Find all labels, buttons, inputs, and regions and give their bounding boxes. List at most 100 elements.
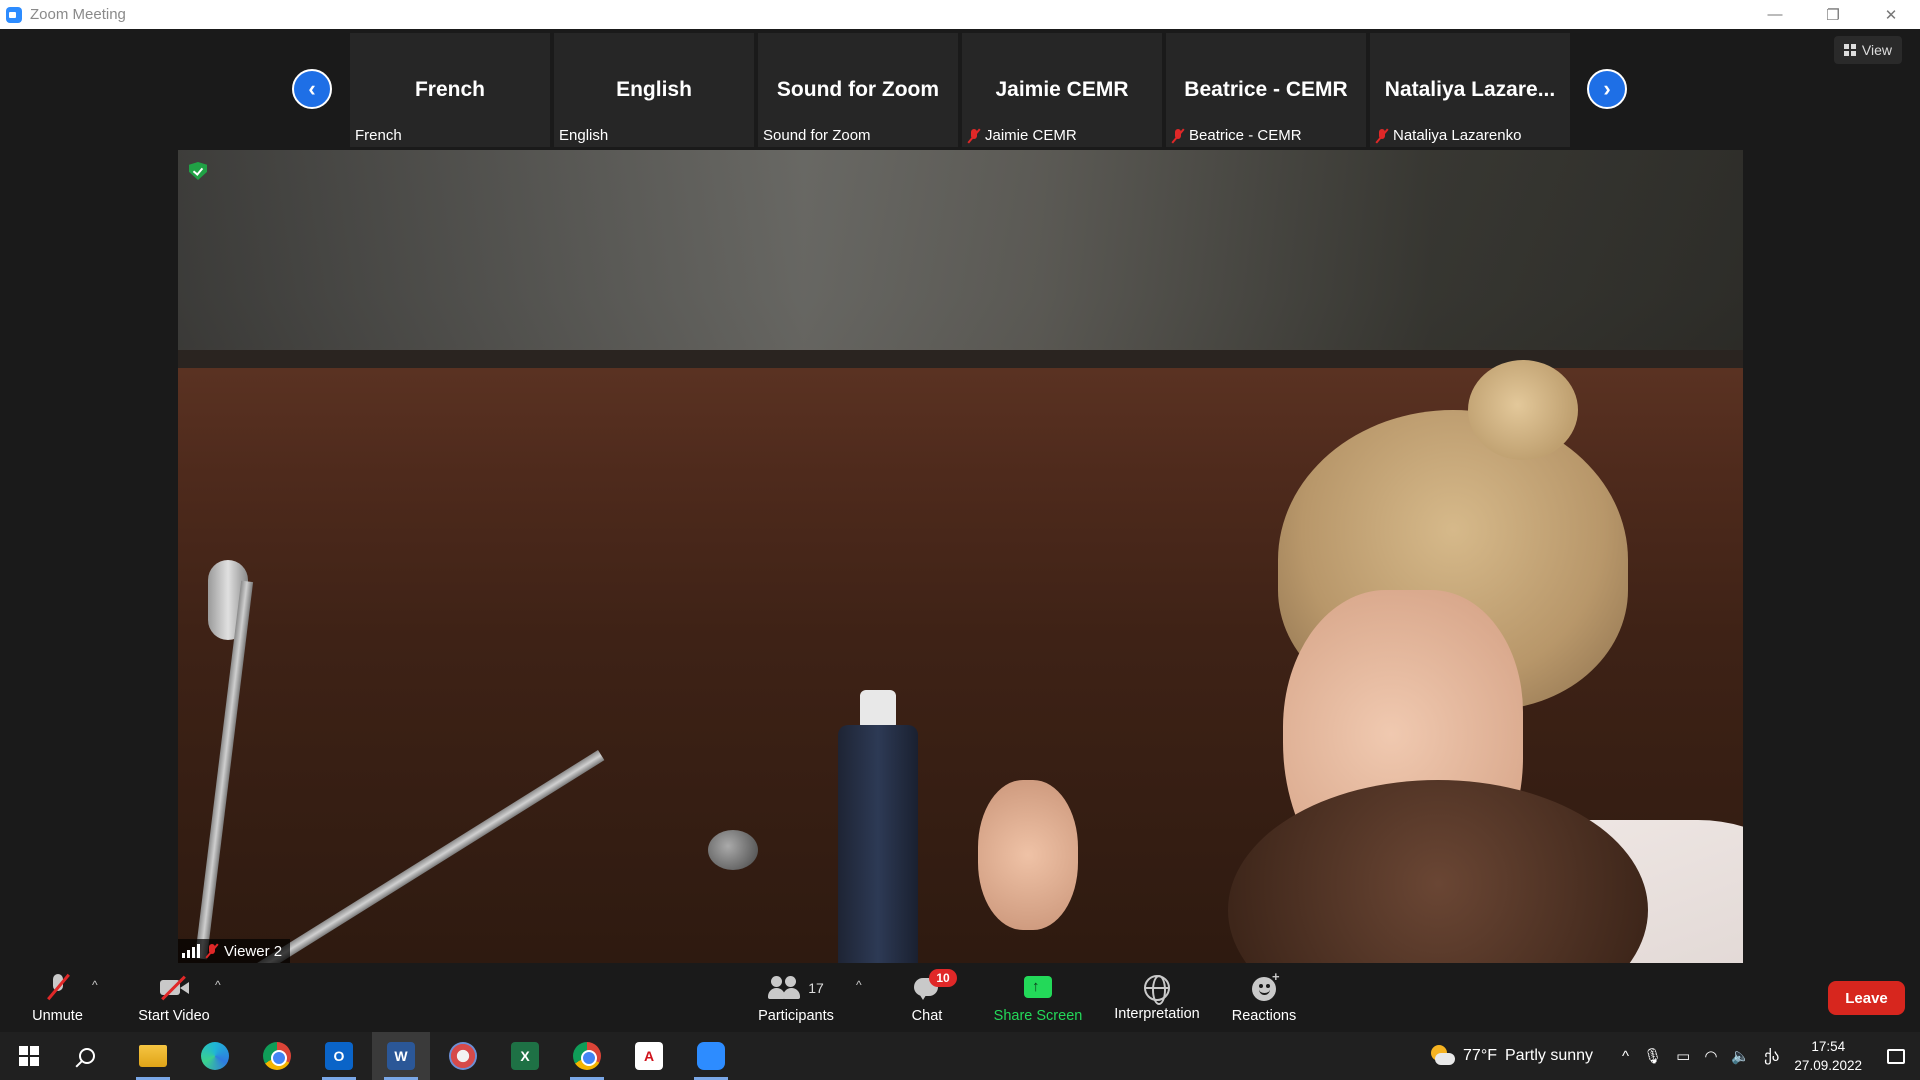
participant-name-tag: French [355,127,402,144]
leave-button[interactable]: Leave [1828,981,1905,1015]
participant-big-name: Nataliya Lazare... [1384,78,1556,101]
next-page-button[interactable]: › [1587,69,1627,109]
taskbar-word[interactable]: W [372,1032,430,1080]
participants-count: 17 [808,979,824,996]
participant-tile[interactable]: English English [554,33,754,147]
participants-options-caret[interactable]: ^ [856,978,862,992]
video-options-caret[interactable]: ^ [215,978,221,992]
windows-taskbar: O W X A 77°F Partly sunny ^ 🎙 ▭ ◠ 🔈 ქა 1… [0,1032,1920,1080]
taskbar-acrobat[interactable]: A [620,1032,678,1080]
window-controls: — ❐ ✕ [1746,0,1920,29]
unmute-button[interactable]: Unmute [25,964,90,1032]
reaction-smiley-icon: + [1248,969,1280,1003]
participant-label: Nataliya Lazarenko [1393,127,1522,144]
share-screen-icon: ↑ [1022,973,1054,1003]
encryption-shield-icon[interactable] [189,162,207,180]
participants-button[interactable]: 17 Participants [752,964,840,1032]
participant-label: Sound for Zoom [763,127,871,144]
meeting-area: View ‹ French French English English Sou… [0,29,1920,964]
participant-tile[interactable]: Sound for Zoom Sound for Zoom [758,33,958,147]
close-button[interactable]: ✕ [1862,0,1920,29]
chat-label: Chat [911,1007,943,1024]
view-button-label: View [1861,42,1892,58]
reactions-label: Reactions [1231,1007,1297,1024]
taskbar-file-explorer[interactable] [124,1032,182,1080]
taskbar-chrome-window[interactable] [558,1032,616,1080]
notification-icon [1887,1048,1905,1064]
notification-center-button[interactable] [1872,1032,1920,1080]
participant-tile[interactable]: Beatrice - CEMR Beatrice - CEMR [1166,33,1366,147]
chat-button[interactable]: 10 Chat [902,964,957,1032]
interpretation-label: Interpretation [1114,1005,1200,1022]
pdf-icon: A [635,1042,663,1070]
taskbar-excel[interactable]: X [496,1032,554,1080]
video-hair-bun [1468,360,1578,460]
muted-mic-icon [1171,128,1185,144]
taskbar-search-button[interactable] [58,1032,116,1080]
grid-icon [1843,44,1856,56]
audio-options-caret[interactable]: ^ [92,978,98,992]
participants-icon [768,973,801,1003]
speaker-name-tag: Viewer 2 [178,939,291,963]
clock-date: 27.09.2022 [1794,1058,1862,1073]
volume-icon[interactable]: 🔈 [1731,1047,1750,1065]
view-button[interactable]: View [1833,36,1902,64]
participant-big-name: French [414,78,485,101]
snipping-tool-icon [449,1042,477,1070]
taskbar-chrome[interactable] [248,1032,306,1080]
muted-mic-icon [967,128,981,144]
participant-name-tag: English [559,127,608,144]
taskbar-zoom[interactable] [682,1032,740,1080]
taskbar-outlook[interactable]: O [310,1032,368,1080]
start-video-button[interactable]: Start Video [133,964,215,1032]
participant-strip: French French English English Sound for … [350,33,1570,147]
video-bottle [838,725,918,963]
participant-tile[interactable]: Nataliya Lazare... Nataliya Lazarenko [1370,33,1570,147]
speaker-label: Viewer 2 [224,942,283,960]
muted-mic-icon [1375,128,1389,144]
share-screen-button[interactable]: ↑ Share Screen [990,964,1086,1032]
participants-icon-row: 17 [768,973,824,1003]
interpretation-button[interactable]: Interpretation [1107,964,1207,1032]
participant-tile[interactable]: French French [350,33,550,147]
tray-chevron-icon[interactable]: ^ [1622,1048,1629,1065]
participant-label: English [559,127,609,144]
microphone-in-use-icon[interactable]: 🎙 [1643,1047,1662,1065]
participant-name-tag: Jaimie CEMR [967,127,1077,144]
muted-mic-icon [42,973,74,1003]
participant-label: French [355,127,402,144]
restore-button[interactable]: ❐ [1804,0,1862,29]
chrome-icon [573,1042,601,1070]
active-speaker-video[interactable]: Viewer 2 [178,150,1743,963]
meeting-toolbar: Unmute ^ Start Video ^ 17 Participants ^… [0,964,1920,1032]
input-language-indicator[interactable]: ქა [1764,1047,1779,1065]
chat-icon: 10 [911,968,957,1003]
battery-icon[interactable]: ▭ [1676,1047,1690,1065]
outlook-icon: O [325,1042,353,1070]
taskbar-snipping-tool[interactable] [434,1032,492,1080]
wifi-icon[interactable]: ◠ [1704,1047,1717,1065]
minimize-button[interactable]: — [1746,0,1804,29]
prev-page-button[interactable]: ‹ [292,69,332,109]
participant-tile[interactable]: Jaimie CEMR Jaimie CEMR [962,33,1162,147]
video-off-icon [158,973,190,1003]
chrome-icon [263,1042,291,1070]
video-speaker-microphone [241,750,605,963]
start-button[interactable] [0,1032,58,1080]
taskbar-edge[interactable] [186,1032,244,1080]
participant-name-tag: Sound for Zoom [763,127,871,144]
participant-name-tag: Nataliya Lazarenko [1375,127,1521,144]
windows-logo-icon [19,1046,39,1066]
weather-widget[interactable]: 77°F Partly sunny [1429,1045,1593,1067]
reactions-button[interactable]: + Reactions [1228,964,1300,1032]
taskbar-clock[interactable]: 17:54 27.09.2022 [1794,1037,1862,1075]
participant-big-name: English [616,78,692,101]
video-desk-knob [708,830,758,870]
globe-icon [1144,974,1170,1005]
window-title: Zoom Meeting [30,6,126,23]
partly-sunny-icon [1429,1045,1456,1067]
muted-mic-icon [205,943,219,959]
participant-label: Beatrice - CEMR [1189,127,1302,144]
start-video-label: Start Video [138,1007,210,1024]
zoom-icon [697,1042,725,1070]
